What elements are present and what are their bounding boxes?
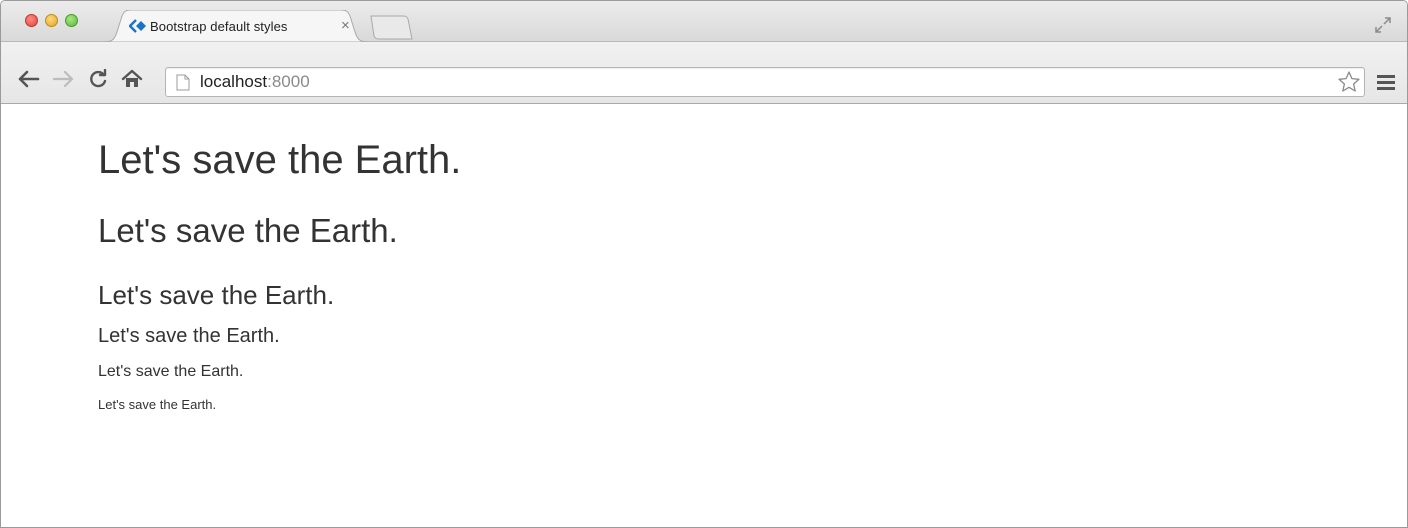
reload-icon[interactable] <box>89 69 109 89</box>
hamburger-menu-icon[interactable] <box>1377 74 1395 90</box>
new-tab-button[interactable] <box>369 15 413 41</box>
page-content: Let's save the Earth. Let's save the Ear… <box>1 104 1407 527</box>
tab-active[interactable]: Bootstrap default styles × <box>105 10 367 42</box>
forward-arrow-icon[interactable] <box>51 67 75 91</box>
fullscreen-icon[interactable] <box>1373 15 1393 35</box>
minimize-window-button[interactable] <box>45 14 58 27</box>
url-text: localhost:8000 <box>200 72 310 92</box>
tab-title: Bootstrap default styles <box>150 19 288 34</box>
heading-h2: Let's save the Earth. <box>98 212 398 249</box>
heading-h1: Let's save the Earth. <box>98 138 462 182</box>
address-bar[interactable]: localhost:8000 <box>165 67 1365 97</box>
close-window-button[interactable] <box>25 14 38 27</box>
heading-h4: Let's save the Earth. <box>98 325 280 347</box>
tab-strip: Bootstrap default styles × <box>1 1 1407 42</box>
star-icon[interactable] <box>1337 70 1361 94</box>
zoom-window-button[interactable] <box>65 14 78 27</box>
page-icon <box>176 74 190 91</box>
heading-h5: Let's save the Earth. <box>98 363 244 380</box>
back-arrow-icon[interactable] <box>17 67 41 91</box>
url-port: :8000 <box>267 72 310 91</box>
url-host: localhost <box>200 72 268 91</box>
browser-window: Bootstrap default styles × localhost:800… <box>0 0 1408 528</box>
heading-h3: Let's save the Earth. <box>98 280 335 310</box>
bootstrap-favicon-icon <box>129 19 146 33</box>
heading-h6: Let's save the Earth. <box>98 397 217 412</box>
tab-close-button[interactable]: × <box>341 17 350 35</box>
home-icon[interactable] <box>121 68 143 90</box>
